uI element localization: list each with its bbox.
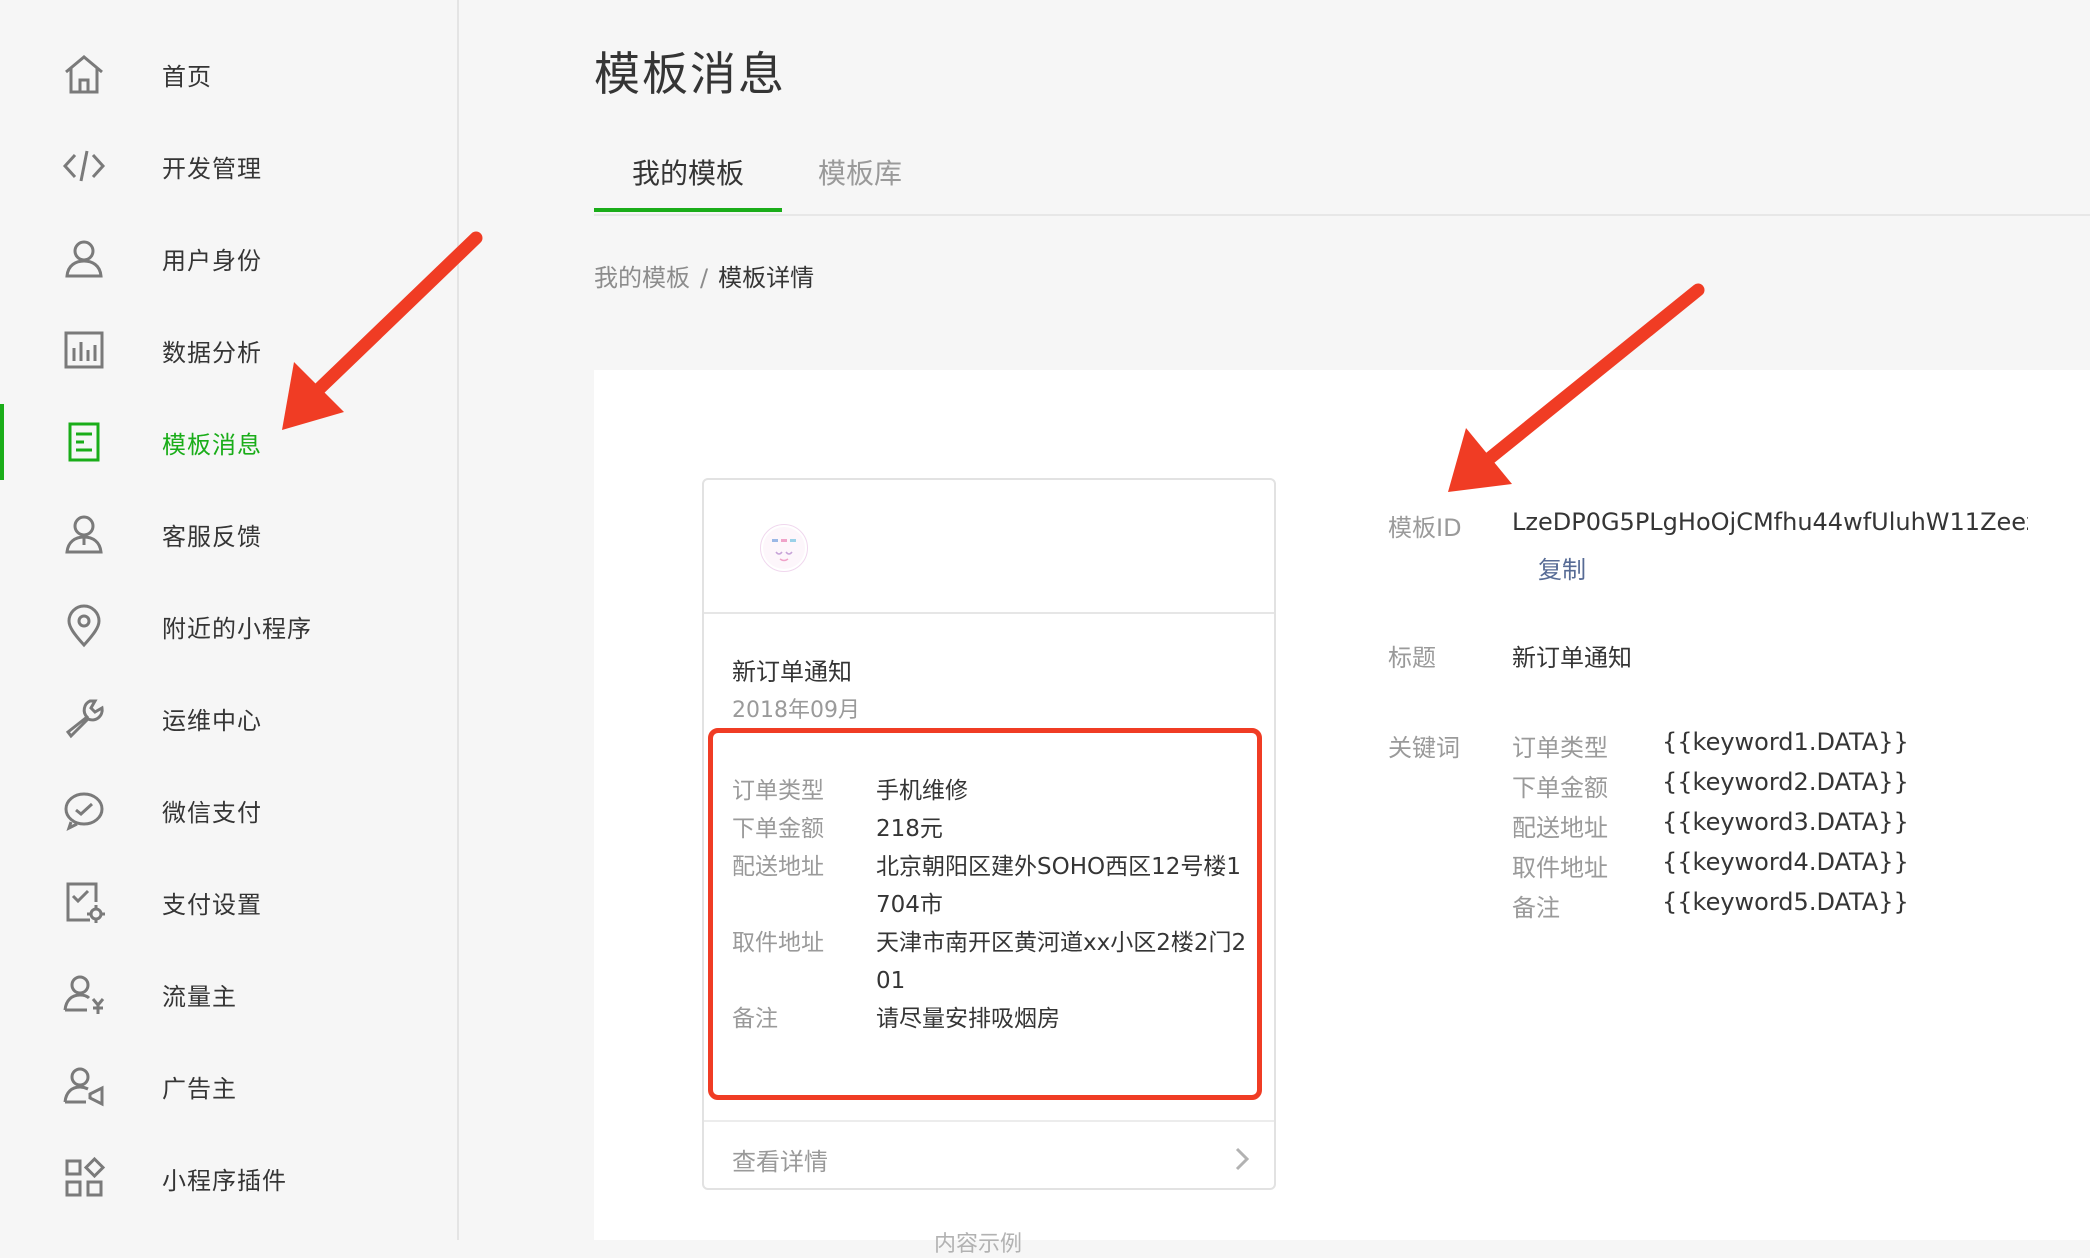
sidebar-item-ops[interactable]: 运维中心 (0, 680, 457, 756)
user-icon (60, 234, 108, 282)
sidebar-item-label: 小程序插件 (162, 1166, 287, 1195)
customer-service-icon (60, 510, 108, 558)
sidebar-item-customer-service[interactable]: 客服反馈 (0, 496, 457, 572)
annotation-highlight-box (708, 728, 1262, 1100)
bar-chart-icon (60, 326, 108, 374)
sidebar: 首页 开发管理 用户身份 数据分析 模板消息 客服反馈 附近的小程序 运维中心 … (0, 0, 459, 1240)
wrench-icon (60, 694, 108, 742)
preview-card-header (704, 480, 1274, 614)
tab-bar: 我的模板 模板库 (594, 140, 2090, 216)
home-icon (60, 50, 108, 98)
active-tab-indicator (594, 208, 782, 212)
code-icon (60, 142, 108, 190)
payment-settings-icon (60, 878, 108, 926)
sidebar-item-label: 流量主 (162, 982, 237, 1011)
tab-my-templates[interactable]: 我的模板 (632, 152, 744, 192)
sidebar-item-analytics[interactable]: 数据分析 (0, 312, 457, 388)
sidebar-item-label: 运维中心 (162, 706, 262, 735)
keyword-name: 备注 (1512, 894, 1560, 922)
sidebar-item-user[interactable]: 用户身份 (0, 220, 457, 296)
preview-caption: 内容示例 (934, 1232, 1023, 1257)
sidebar-item-label: 首页 (162, 62, 212, 91)
sidebar-item-nearby[interactable]: 附近的小程序 (0, 588, 457, 664)
chevron-right-icon (1234, 1146, 1250, 1172)
sidebar-item-publisher[interactable]: 流量主 (0, 956, 457, 1032)
sidebar-item-plugins[interactable]: 小程序插件 (0, 1140, 457, 1216)
user-yen-icon (60, 970, 108, 1018)
sidebar-item-dev[interactable]: 开发管理 (0, 128, 457, 204)
user-megaphone-icon (60, 1062, 108, 1110)
plugin-grid-icon (60, 1154, 108, 1202)
view-details-label: 查看详情 (732, 1148, 828, 1176)
keywords-label: 关键词 (1388, 734, 1460, 762)
sidebar-item-label: 数据分析 (162, 338, 262, 367)
breadcrumb-separator: / (700, 264, 709, 292)
sidebar-item-label: 开发管理 (162, 154, 262, 183)
breadcrumb-parent-link[interactable]: 我的模板 (594, 264, 690, 292)
breadcrumb-current: 模板详情 (718, 264, 815, 292)
sidebar-item-label: 模板消息 (162, 430, 262, 459)
wechat-pay-icon (60, 786, 108, 834)
keyword-value: {{keyword1.DATA}} (1662, 728, 1909, 756)
preview-date: 2018年09月 (732, 698, 860, 723)
sidebar-item-label: 附近的小程序 (162, 614, 312, 643)
breadcrumb: 我的模板 / 模板详情 (594, 258, 814, 293)
page-title: 模板消息 (594, 47, 786, 101)
template-id-value: LzeDP0G5PLgHoOjCMfhu44wfUluhW11Zeezu (1512, 508, 2028, 536)
location-pin-icon (60, 602, 108, 650)
template-preview-card: 新订单通知 2018年09月 订单类型 手机维修 下单金额 218元 配送地址 … (702, 478, 1276, 1190)
sidebar-item-label: 客服反馈 (162, 522, 262, 551)
sidebar-item-label: 微信支付 (162, 798, 262, 827)
title-label: 标题 (1388, 644, 1436, 672)
sidebar-item-home[interactable]: 首页 (0, 36, 457, 112)
template-id-label: 模板ID (1388, 514, 1462, 542)
keyword-name: 取件地址 (1512, 854, 1608, 882)
keyword-value: {{keyword5.DATA}} (1662, 888, 1909, 916)
app-logo (760, 524, 808, 572)
sidebar-item-wechat-pay[interactable]: 微信支付 (0, 772, 457, 848)
keyword-value: {{keyword3.DATA}} (1662, 808, 1909, 836)
template-detail-panel: 新订单通知 2018年09月 订单类型 手机维修 下单金额 218元 配送地址 … (594, 370, 2090, 1257)
keyword-name: 订单类型 (1512, 734, 1608, 762)
document-icon (60, 418, 108, 466)
tab-template-library[interactable]: 模板库 (818, 152, 902, 192)
keyword-value: {{keyword2.DATA}} (1662, 768, 1909, 796)
sidebar-item-label: 用户身份 (162, 246, 262, 275)
view-details-link[interactable]: 查看详情 (704, 1120, 1274, 1192)
sidebar-item-label: 广告主 (162, 1074, 237, 1103)
copy-template-id-link[interactable]: 复制 (1538, 550, 1586, 585)
sidebar-item-template-message[interactable]: 模板消息 (0, 404, 457, 480)
keyword-name: 下单金额 (1512, 774, 1608, 802)
keyword-value: {{keyword4.DATA}} (1662, 848, 1909, 876)
keyword-name: 配送地址 (1512, 814, 1608, 842)
sidebar-item-advertiser[interactable]: 广告主 (0, 1048, 457, 1124)
preview-title: 新订单通知 (732, 658, 852, 686)
title-value: 新订单通知 (1512, 644, 1632, 672)
sidebar-item-payment-settings[interactable]: 支付设置 (0, 864, 457, 940)
sidebar-item-label: 支付设置 (162, 890, 262, 919)
